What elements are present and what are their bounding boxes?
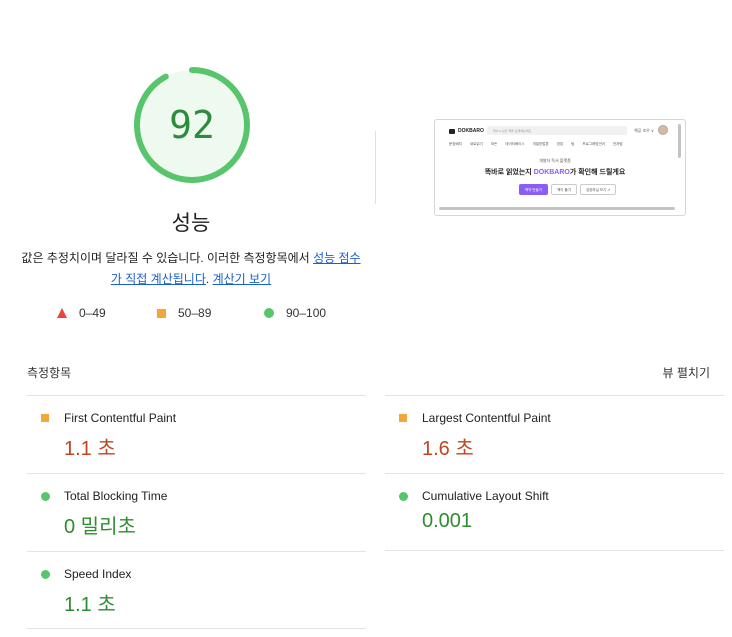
thumb-button: 성공하실 보기 ↗ bbox=[579, 184, 617, 195]
thumb-nav-item: 팀 bbox=[571, 142, 575, 146]
square-icon bbox=[41, 414, 49, 422]
thumb-nav-item: 모든 bbox=[490, 142, 498, 146]
triangle-icon bbox=[57, 308, 67, 318]
legend-label: 90–100 bbox=[286, 306, 327, 320]
thumb-headline-brand: DOKBARO bbox=[533, 169, 570, 176]
metrics-title: 측정항목 bbox=[27, 366, 72, 380]
thumb-scrollbar bbox=[678, 124, 681, 158]
metric-speed-index: Speed Index 1.1 초 bbox=[27, 551, 366, 629]
thumb-nav-item: 영업 bbox=[556, 142, 564, 146]
legend-pass: 90–100 bbox=[264, 306, 326, 320]
metric-value: 1.1 초 bbox=[64, 438, 116, 460]
thumb-hscrollbar bbox=[439, 207, 675, 210]
circle-icon bbox=[41, 570, 50, 579]
square-icon bbox=[399, 414, 407, 422]
thumb-search: 책이 Z 상인 책을 검색해보세요 bbox=[487, 126, 627, 135]
thumb-user: 책공 조우 ∨ bbox=[634, 128, 654, 133]
description-separator: . bbox=[205, 272, 213, 286]
thumb-buttons: 책약 만들기 책이 풀기 성공하실 보기 ↗ bbox=[519, 184, 617, 195]
thumb-button: 책약 만들기 bbox=[519, 184, 549, 195]
legend-fail: 0–49 bbox=[57, 306, 106, 320]
thumb-logo: DOKBARO bbox=[449, 128, 484, 134]
thumb-headline-post: 가 확인해 드릴게요 bbox=[569, 169, 626, 176]
metric-total-blocking-time: Total Blocking Time 0 밀리초 bbox=[27, 473, 366, 551]
thumb-nav: 문장배치 새로읽기 모든 데이터베이스 개발방법론 영업 팀 프로그래밍언어 전… bbox=[449, 142, 623, 147]
legend-average: 50–89 bbox=[157, 306, 211, 320]
thumb-nav-item: 문장배치 bbox=[449, 142, 462, 146]
thumb-logo-text: DOKBARO bbox=[458, 128, 484, 134]
category-title: 성능 bbox=[171, 212, 211, 235]
metric-divider bbox=[27, 628, 366, 629]
thumb-headline: 똑바로 읽었는지 DOKBARO가 확인해 드릴게요 bbox=[435, 167, 675, 177]
thumb-button: 책이 풀기 bbox=[551, 184, 577, 195]
thumb-nav-item: 데이터베이스 bbox=[505, 142, 525, 146]
metric-value: 1.6 초 bbox=[422, 438, 474, 460]
calculator-link[interactable]: 계산기 보기 bbox=[213, 272, 272, 286]
square-icon bbox=[157, 308, 166, 318]
metric-divider bbox=[385, 550, 724, 551]
circle-icon bbox=[399, 492, 408, 501]
circle-icon bbox=[41, 492, 50, 501]
circle-icon bbox=[264, 308, 274, 318]
performance-gauge: 92 bbox=[131, 64, 253, 186]
description-text: 값은 추정치이며 달라질 수 있습니다. 이러한 측정항목에서 bbox=[21, 251, 314, 265]
performance-score: 92 bbox=[169, 103, 215, 147]
expand-view-toggle[interactable]: 뷰 펼치기 bbox=[663, 364, 711, 381]
vertical-divider bbox=[375, 131, 376, 204]
thumb-nav-item: 프로그래밍언어 bbox=[582, 142, 605, 146]
metric-label: Speed Index bbox=[64, 567, 132, 581]
thumb-nav-item: 전처럼 bbox=[612, 142, 623, 146]
book-icon bbox=[449, 128, 455, 134]
metric-value: 0 밀리초 bbox=[64, 516, 136, 538]
legend-label: 50–89 bbox=[178, 306, 212, 320]
metric-cumulative-layout-shift: Cumulative Layout Shift 0.001 bbox=[385, 473, 724, 551]
page-screenshot-thumbnail[interactable]: DOKBARO 책이 Z 상인 책을 검색해보세요 책공 조우 ∨ 문장배치 새… bbox=[434, 119, 686, 216]
metric-largest-contentful-paint: Largest Contentful Paint 1.6 초 bbox=[385, 395, 724, 473]
metric-label: Total Blocking Time bbox=[64, 489, 168, 503]
legend-label: 0–49 bbox=[79, 306, 106, 320]
thumb-avatar bbox=[658, 125, 668, 135]
thumb-nav-item: 개발방법론 bbox=[532, 142, 549, 146]
metric-label: First Contentful Paint bbox=[64, 411, 177, 425]
thumb-headline-pre: 똑바로 읽었는지 bbox=[484, 169, 534, 176]
thumb-nav-item: 새로읽기 bbox=[469, 142, 483, 146]
score-description: 값은 추정치이며 달라질 수 있습니다. 이러한 측정항목에서 성능 점수가 직… bbox=[18, 248, 364, 290]
thumb-subtitle: 개발자 독서 플랫폼 bbox=[539, 158, 571, 163]
metric-value: 1.1 초 bbox=[64, 594, 116, 616]
metric-first-contentful-paint: First Contentful Paint 1.1 초 bbox=[27, 395, 366, 473]
metric-value: 0.001 bbox=[422, 510, 473, 532]
metric-label: Largest Contentful Paint bbox=[422, 411, 551, 425]
metric-label: Cumulative Layout Shift bbox=[422, 489, 549, 503]
